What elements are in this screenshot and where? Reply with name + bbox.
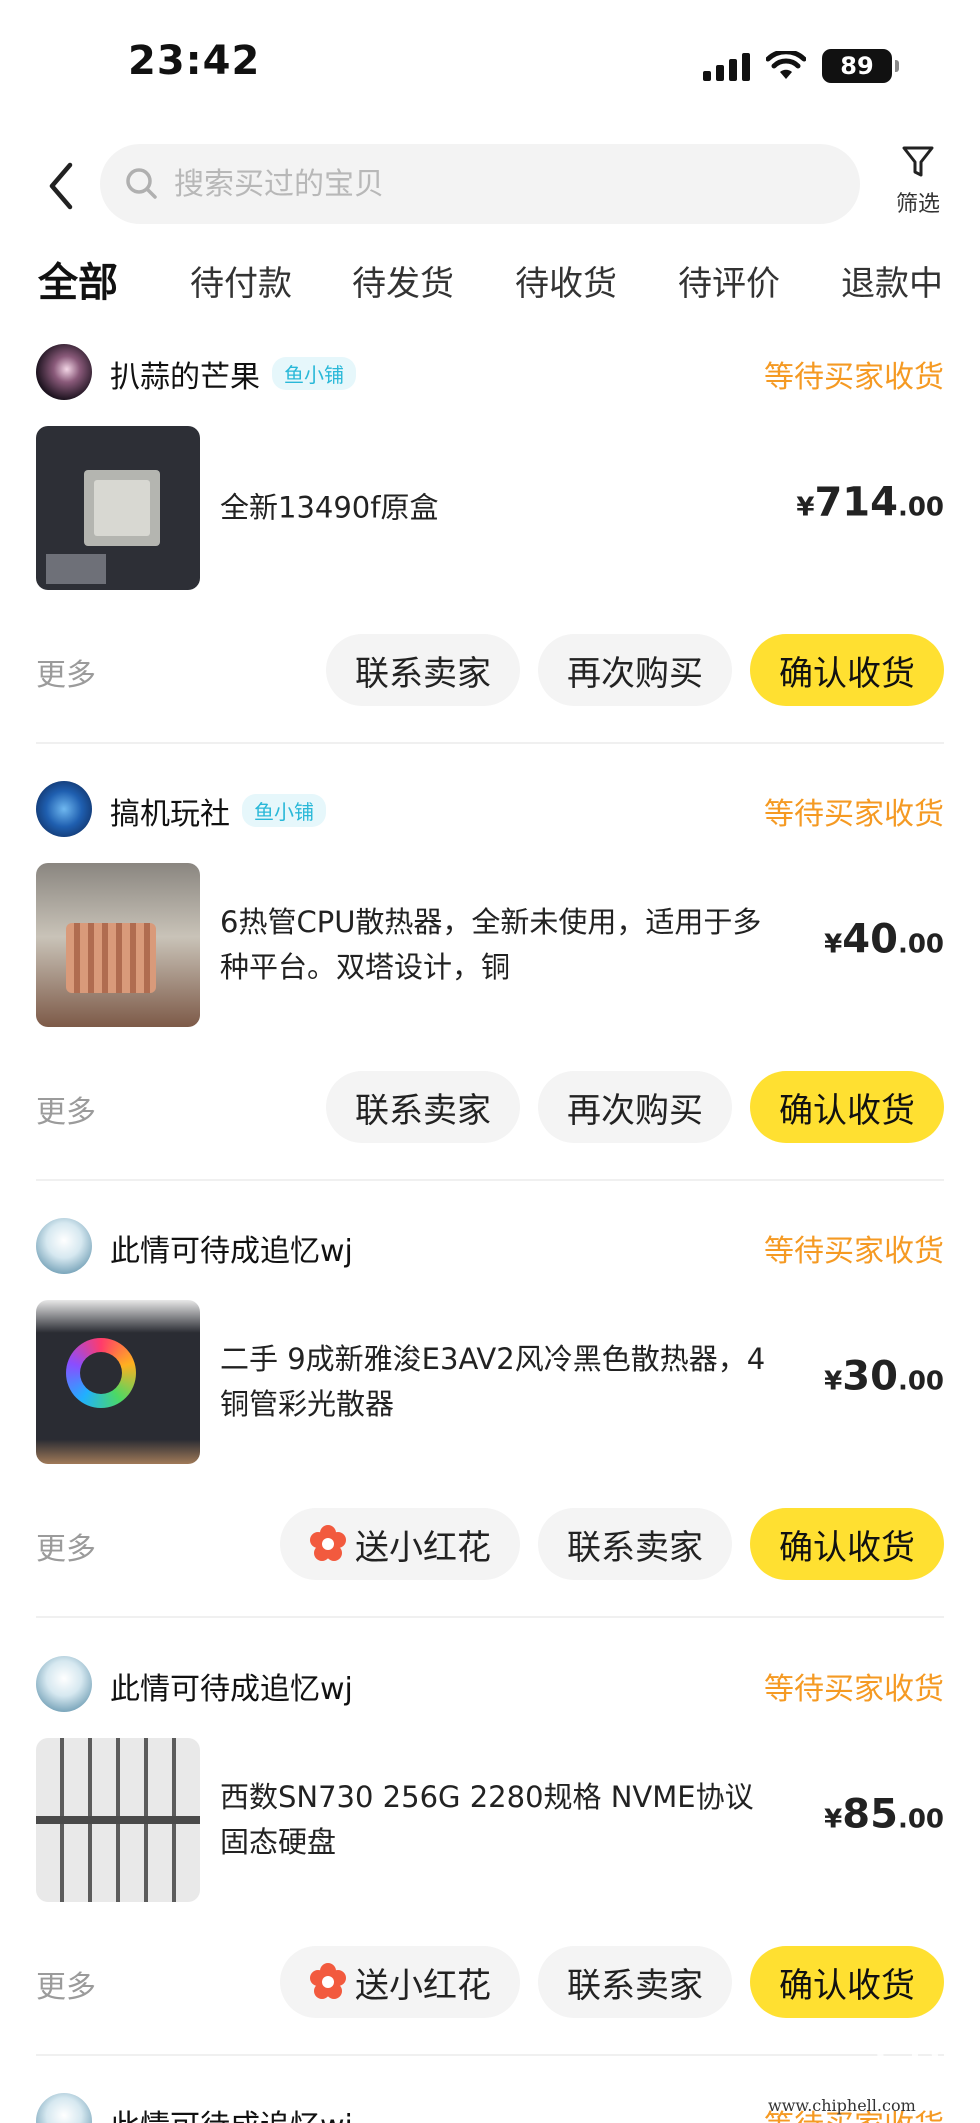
order-tabs: 全部 待付款 待发货 待收货 待评价 退款中: [0, 248, 980, 318]
send-flower-button[interactable]: 送小红花: [280, 1508, 520, 1580]
item-title: 全新13490f原盒: [220, 490, 439, 525]
filter-button[interactable]: 筛选: [886, 144, 950, 232]
item-thumbnail: [36, 426, 200, 590]
order-card: 此情可待成追忆wj 等待买家收货 二手 9成新雅浚E3AV2风冷黑色散热器，4铜…: [0, 1218, 980, 1655]
send-flower-label: 送小红花: [355, 1965, 491, 2006]
shop-avatar: [36, 2093, 92, 2123]
contact-seller-button[interactable]: 联系卖家: [538, 1508, 732, 1580]
action-row: 更多 联系卖家 再次购买 确认收货: [36, 634, 944, 706]
buy-again-button[interactable]: 再次购买: [538, 1071, 732, 1143]
cellular-signal-icon: [703, 51, 750, 81]
item-title: 二手 9成新雅浚E3AV2风冷黑色散热器，4铜管彩光散器: [220, 1342, 766, 1421]
shop-avatar: [36, 1218, 92, 1274]
item-title: 西数SN730 256G 2280规格 NVME协议固态硬盘: [220, 1780, 754, 1859]
wifi-icon: [766, 51, 806, 79]
filter-icon: [902, 146, 934, 177]
watermark-text: www.chiphell.com: [768, 2096, 916, 2115]
shop-avatar: [36, 781, 92, 837]
flower-icon: [309, 1525, 347, 1563]
battery-level: 89: [840, 52, 874, 80]
shop-avatar: [36, 1656, 92, 1712]
action-row: 更多 送小红花 联系卖家 确认收货: [36, 1508, 944, 1580]
action-row: 更多 送小红花 联系卖家 确认收货: [36, 1946, 944, 2018]
shop-badge: 鱼小铺: [242, 794, 326, 827]
divider: [36, 742, 944, 744]
more-link[interactable]: 更多: [36, 1087, 96, 1131]
shop-row[interactable]: 搞机玩社 鱼小铺 等待买家收货: [36, 781, 944, 837]
status-time: 23:42: [128, 38, 261, 84]
item-row[interactable]: 二手 9成新雅浚E3AV2风冷黑色散热器，4铜管彩光散器 ¥30.00: [36, 1300, 944, 1464]
order-status: 等待买家收货: [764, 1672, 944, 1707]
status-icons: 89: [703, 48, 899, 84]
buy-again-button[interactable]: 再次购买: [538, 634, 732, 706]
tab-pending-review[interactable]: 待评价: [678, 256, 780, 305]
shop-name: 搞机玩社 鱼小铺: [110, 789, 326, 833]
chevron-left-icon: [49, 162, 73, 210]
search-bar[interactable]: [100, 144, 860, 224]
search-input[interactable]: [174, 166, 814, 202]
battery-icon: 89: [822, 49, 899, 83]
order-card: 搞机玩社 鱼小铺 等待买家收货 6热管CPU散热器，全新未使用，适用于多种平台。双…: [0, 781, 980, 1218]
filter-label: 筛选: [895, 192, 940, 217]
tab-refunding[interactable]: 退款中: [841, 256, 943, 305]
tab-pending-payment[interactable]: 待付款: [190, 256, 292, 305]
shop-name: 扒蒜的芒果 鱼小铺: [110, 352, 356, 396]
more-link[interactable]: 更多: [36, 1962, 96, 2006]
item-price: ¥30.00: [824, 1353, 944, 1400]
divider: [36, 1179, 944, 1181]
watermark: www.chiphell.com: [760, 2010, 980, 2123]
order-card: 扒蒜的芒果 鱼小铺 等待买家收货 全新13490f原盒 ¥714.00 更多 联系…: [0, 344, 980, 781]
item-price: ¥85.00: [824, 1791, 944, 1838]
send-flower-label: 送小红花: [355, 1527, 491, 1568]
search-icon: [122, 164, 162, 204]
chiphell-logo-icon: [877, 2020, 980, 2090]
more-link[interactable]: 更多: [36, 1524, 96, 1568]
item-row[interactable]: 西数SN730 256G 2280规格 NVME协议固态硬盘 ¥85.00: [36, 1738, 944, 1902]
tab-pending-receipt[interactable]: 待收货: [515, 256, 617, 305]
item-row[interactable]: 6热管CPU散热器，全新未使用，适用于多种平台。双塔设计，铜 ¥40.00: [36, 863, 944, 1027]
shop-name: 此情可待成追忆wj: [110, 1672, 353, 1707]
tab-pending-shipment[interactable]: 待发货: [352, 256, 454, 305]
order-status: 等待买家收货: [764, 797, 944, 832]
shop-badge: 鱼小铺: [272, 357, 356, 390]
divider: [36, 1616, 944, 1618]
shop-row[interactable]: 此情可待成追忆wj 等待买家收货: [36, 1656, 944, 1712]
item-thumbnail: [36, 863, 200, 1027]
contact-seller-button[interactable]: 联系卖家: [538, 1946, 732, 2018]
action-row: 更多 联系卖家 再次购买 确认收货: [36, 1071, 944, 1143]
flower-icon: [309, 1963, 347, 2001]
contact-seller-button[interactable]: 联系卖家: [326, 1071, 520, 1143]
order-status: 等待买家收货: [764, 1234, 944, 1269]
item-title: 6热管CPU散热器，全新未使用，适用于多种平台。双塔设计，铜: [220, 905, 762, 984]
confirm-receipt-button[interactable]: 确认收货: [750, 1508, 944, 1580]
order-status: 等待买家收货: [764, 360, 944, 395]
item-thumbnail: [36, 1738, 200, 1902]
more-link[interactable]: 更多: [36, 650, 96, 694]
confirm-receipt-button[interactable]: 确认收货: [750, 1946, 944, 2018]
confirm-receipt-button[interactable]: 确认收货: [750, 634, 944, 706]
item-thumbnail: [36, 1300, 200, 1464]
item-row[interactable]: 全新13490f原盒 ¥714.00: [36, 426, 944, 590]
shop-name: 此情可待成追忆wj: [110, 1234, 353, 1269]
send-flower-button[interactable]: 送小红花: [280, 1946, 520, 2018]
shop-row[interactable]: 扒蒜的芒果 鱼小铺 等待买家收货: [36, 344, 944, 400]
back-button[interactable]: [36, 156, 86, 216]
item-price: ¥714.00: [796, 479, 944, 526]
shop-name: 此情可待成追忆wj: [110, 2101, 353, 2123]
contact-seller-button[interactable]: 联系卖家: [326, 634, 520, 706]
tab-all[interactable]: 全部: [38, 250, 118, 308]
search-header: 筛选: [0, 138, 980, 238]
item-price: ¥40.00: [824, 916, 944, 963]
shop-avatar: [36, 344, 92, 400]
shop-row[interactable]: 此情可待成追忆wj 等待买家收货: [36, 1218, 944, 1274]
status-bar: 23:42 89: [0, 0, 980, 130]
confirm-receipt-button[interactable]: 确认收货: [750, 1071, 944, 1143]
